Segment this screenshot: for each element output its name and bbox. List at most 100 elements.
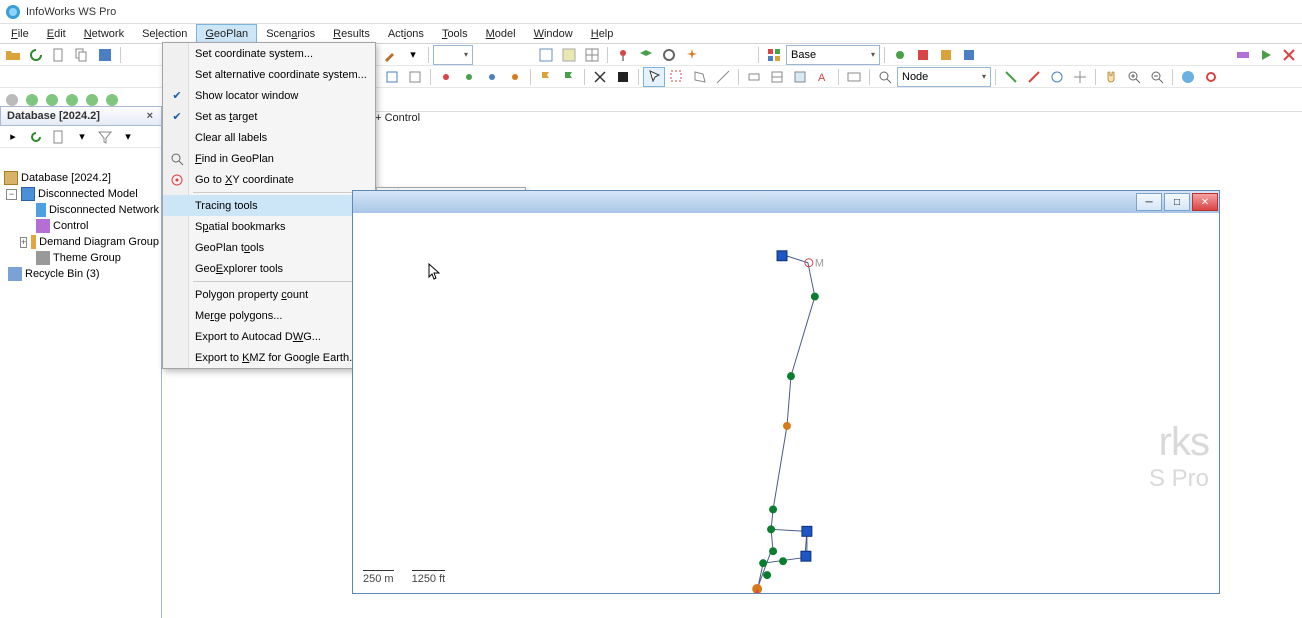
- t3-icon[interactable]: [789, 67, 811, 87]
- rule-icon[interactable]: [712, 67, 734, 87]
- expand-icon[interactable]: −: [6, 189, 17, 200]
- style-dropdown[interactable]: [433, 45, 473, 65]
- geoplan-window-titlebar[interactable]: ─ □ ✕: [353, 191, 1219, 213]
- menu-results[interactable]: Results: [324, 24, 379, 43]
- world-icon[interactable]: [1177, 67, 1199, 87]
- tree-demand[interactable]: + Demand Diagram Group: [2, 234, 159, 250]
- geoplan-canvas[interactable]: M 250 m 1250 ft rks S Pro: [353, 213, 1219, 593]
- brush-icon[interactable]: [379, 45, 401, 65]
- label-icon[interactable]: [843, 67, 865, 87]
- menu-goto-xy[interactable]: Go to XY coordinate: [163, 169, 375, 190]
- select-rect-icon[interactable]: [666, 67, 688, 87]
- clear-icon[interactable]: [612, 67, 634, 87]
- menu-clear-labels[interactable]: Clear all labels: [163, 127, 375, 148]
- tree-bin[interactable]: Recycle Bin (3): [2, 266, 159, 282]
- node-o-icon[interactable]: [504, 67, 526, 87]
- menu-actions[interactable]: Actions: [379, 24, 433, 43]
- zoomout-icon[interactable]: [1146, 67, 1168, 87]
- menu-file[interactable]: File: [2, 24, 38, 43]
- t2-icon[interactable]: [766, 67, 788, 87]
- tree-model[interactable]: − Disconnected Model: [2, 186, 159, 202]
- save-icon[interactable]: [94, 45, 116, 65]
- t1-icon[interactable]: [743, 67, 765, 87]
- play-icon[interactable]: [1255, 45, 1277, 65]
- menu-set-alt-coord[interactable]: Set alternative coordinate system...: [163, 64, 375, 85]
- expand-icon[interactable]: +: [20, 237, 27, 248]
- pointer-icon[interactable]: [643, 67, 665, 87]
- node-b-icon[interactable]: [481, 67, 503, 87]
- window-maximize-button[interactable]: □: [1164, 193, 1190, 211]
- tool-d-icon[interactable]: [958, 45, 980, 65]
- zoomin-icon[interactable]: [1123, 67, 1145, 87]
- menu-tools[interactable]: Tools: [433, 24, 477, 43]
- tree-more-icon[interactable]: ▾: [117, 127, 139, 147]
- menu-help[interactable]: Help: [582, 24, 623, 43]
- theme-icon[interactable]: [763, 45, 785, 65]
- new-icon[interactable]: [48, 45, 70, 65]
- node-r-icon[interactable]: [435, 67, 457, 87]
- find-icon[interactable]: [874, 67, 896, 87]
- tree-root[interactable]: Database [2024.2]: [2, 170, 159, 186]
- menu-merge-polygons[interactable]: Merge polygons...: [163, 305, 375, 326]
- refresh-icon[interactable]: [25, 45, 47, 65]
- tree-filter-icon[interactable]: [94, 127, 116, 147]
- flag1-icon[interactable]: [535, 67, 557, 87]
- menu-set-coord[interactable]: Set coordinate system...: [163, 43, 375, 64]
- tree-theme[interactable]: Theme Group: [2, 250, 159, 266]
- gear2-icon[interactable]: [1200, 67, 1222, 87]
- tree-network[interactable]: Disconnected Network: [2, 202, 159, 218]
- dropdown-icon[interactable]: ▾: [402, 45, 424, 65]
- menu-geoplan-tools[interactable]: GeoPlan tools▶: [163, 237, 375, 258]
- gear-icon[interactable]: [658, 45, 680, 65]
- scenario-dropdown[interactable]: Base: [786, 45, 880, 65]
- grid3-icon[interactable]: [581, 45, 603, 65]
- window-minimize-button[interactable]: ─: [1136, 193, 1162, 211]
- tree-view-icon[interactable]: ▾: [71, 127, 93, 147]
- box1-icon[interactable]: [381, 67, 403, 87]
- control-icon[interactable]: [1232, 45, 1254, 65]
- del-icon[interactable]: [589, 67, 611, 87]
- menu-network[interactable]: Network: [75, 24, 133, 43]
- menu-model[interactable]: Model: [477, 24, 525, 43]
- tool-c-icon[interactable]: [935, 45, 957, 65]
- x-icon[interactable]: [1278, 45, 1300, 65]
- tool-b-icon[interactable]: [912, 45, 934, 65]
- window-close-button[interactable]: ✕: [1192, 193, 1218, 211]
- menu-window[interactable]: Window: [525, 24, 582, 43]
- node-dropdown[interactable]: Node: [897, 67, 991, 87]
- database-panel-close-icon[interactable]: ×: [145, 110, 155, 122]
- copy-icon[interactable]: [71, 45, 93, 65]
- hand-icon[interactable]: [1100, 67, 1122, 87]
- text-icon[interactable]: A: [812, 67, 834, 87]
- menu-tracing-tools[interactable]: Tracing tools▶: [163, 195, 375, 216]
- grid2-icon[interactable]: [558, 45, 580, 65]
- grid1-icon[interactable]: [535, 45, 557, 65]
- tree-new-icon[interactable]: [48, 127, 70, 147]
- tree-refresh-icon[interactable]: [25, 127, 47, 147]
- tree-up-icon[interactable]: ▸: [2, 127, 24, 147]
- box2-icon[interactable]: [404, 67, 426, 87]
- menu-find[interactable]: Find in GeoPlan: [163, 148, 375, 169]
- menu-geoexplorer-tools[interactable]: GeoExplorer tools▶: [163, 258, 375, 279]
- menu-polygon-count[interactable]: Polygon property count▶: [163, 284, 375, 305]
- trace4-icon[interactable]: [1069, 67, 1091, 87]
- tree-control[interactable]: Control: [2, 218, 159, 234]
- menu-edit[interactable]: Edit: [38, 24, 75, 43]
- layers-icon[interactable]: [635, 45, 657, 65]
- menu-show-locator[interactable]: ✔Show locator window: [163, 85, 375, 106]
- trace2-icon[interactable]: [1023, 67, 1045, 87]
- menu-spatial-bookmarks[interactable]: Spatial bookmarks▶: [163, 216, 375, 237]
- menu-geoplan[interactable]: GeoPlan: [196, 24, 257, 43]
- flag2-icon[interactable]: [558, 67, 580, 87]
- select-poly-icon[interactable]: [689, 67, 711, 87]
- trace3-icon[interactable]: [1046, 67, 1068, 87]
- pin-icon[interactable]: [612, 45, 634, 65]
- trace1-icon[interactable]: [1000, 67, 1022, 87]
- menu-scenarios[interactable]: Scenarios: [257, 24, 324, 43]
- spark-icon[interactable]: [681, 45, 703, 65]
- node-g-icon[interactable]: [458, 67, 480, 87]
- menu-selection[interactable]: Selection: [133, 24, 196, 43]
- menu-set-target[interactable]: ✔Set as target: [163, 106, 375, 127]
- menu-export-kmz[interactable]: Export to KMZ for Google Earth...: [163, 347, 375, 368]
- open-icon[interactable]: [2, 45, 24, 65]
